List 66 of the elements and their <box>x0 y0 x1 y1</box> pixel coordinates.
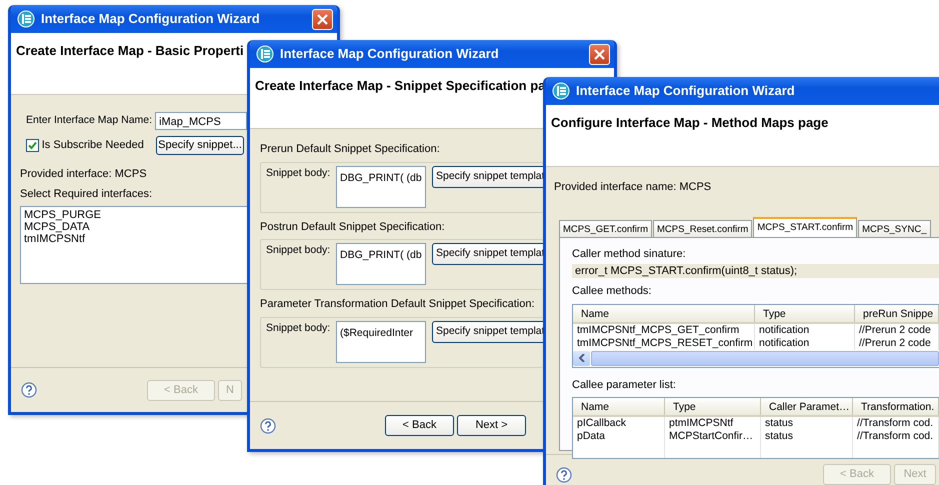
field-label: Enter Interface Map Name: <box>26 113 152 128</box>
window-title: Interface Map Configuration Wizard <box>280 45 499 64</box>
app-icon <box>552 82 570 100</box>
table-cell: status <box>761 417 853 430</box>
window-title: Interface Map Configuration Wizard <box>576 82 795 100</box>
checkbox-label: Is Subscribe Needed <box>42 138 144 154</box>
table-cell: MCPStartConfir… <box>665 430 761 443</box>
specify-snippet-button[interactable]: Specify snippet... <box>156 136 244 155</box>
next-button[interactable]: Next > <box>457 415 526 436</box>
field-label: Callee parameter list: <box>572 378 677 392</box>
app-icon <box>17 10 35 28</box>
app-icon <box>256 45 274 63</box>
table-cell: //Transform cod. <box>853 417 939 430</box>
list-item[interactable]: MCPS_PURGE <box>24 209 102 221</box>
table-cell: status <box>761 430 853 443</box>
provided-interface-text: Provided interface name: MCPS <box>554 180 712 195</box>
table-cell: pICallback <box>573 417 665 430</box>
table-cell: ptmIMCPSNtf <box>665 417 761 430</box>
column-header[interactable]: Transformation. <box>853 398 939 415</box>
help-icon <box>556 466 572 482</box>
column-header[interactable]: preRun Snippe <box>855 304 939 322</box>
snippet-body-field[interactable]: DBG_PRINT( (db <box>336 166 426 208</box>
page-heading: Configure Interface Map - Method Maps page <box>551 114 828 132</box>
column-header[interactable]: Caller Paramet… <box>761 398 853 415</box>
checkbox[interactable] <box>26 139 39 152</box>
signature-field: error_t MCPS_START.confirm(uint8_t status); <box>572 264 939 278</box>
column-header[interactable]: Type <box>665 398 761 415</box>
table-cell: pData <box>573 430 665 443</box>
table-cell: //Transform cod. <box>853 430 939 443</box>
column-header[interactable]: Type <box>755 304 855 322</box>
scroll-left-button[interactable] <box>573 350 590 366</box>
help-icon <box>260 418 276 434</box>
table-cell: //Prerun 2 code <box>855 324 939 336</box>
list-item[interactable]: tmIMCPSNtf <box>24 233 86 245</box>
column-header[interactable]: Name <box>573 398 665 415</box>
group-label: Postrun Default Snippet Specification: <box>260 220 445 234</box>
page-heading: Create Interface Map - Basic Properti <box>16 42 244 60</box>
snippet-body-label: Snippet body: <box>266 320 330 336</box>
close-button[interactable] <box>589 44 610 64</box>
list-item[interactable]: MCPS_DATA <box>24 221 90 233</box>
snippet-body-field[interactable]: ($RequiredInter <box>336 320 426 362</box>
table-cell: tmIMCPSNtf_MCPS_GET_confirm <box>573 324 755 336</box>
snippet-body-field[interactable]: DBG_PRINT( (db <box>336 243 426 285</box>
tab[interactable]: MCPS_Reset.confirm <box>653 220 752 236</box>
column-header[interactable]: Name <box>573 304 755 322</box>
field-label: Caller method sinature: <box>572 246 687 262</box>
list-label: Select Required interfaces: <box>20 186 152 202</box>
back-button[interactable]: < Back <box>385 415 454 436</box>
close-button[interactable] <box>312 8 333 30</box>
snippet-body-label: Snippet body: <box>266 166 330 180</box>
scrollbar-thumb[interactable] <box>591 350 939 366</box>
tab[interactable]: MCPS_SYNC_ <box>858 220 930 236</box>
tab[interactable]: MCPS_START.confirm <box>753 216 858 236</box>
close-icon <box>317 14 328 24</box>
name-field[interactable]: iMap_MCPS <box>155 112 247 130</box>
provided-interface-text: Provided interface: MCPS <box>20 167 147 182</box>
table-cell: notification <box>755 324 855 336</box>
arrow-left-icon <box>578 354 584 362</box>
snippet-body-label: Snippet body: <box>266 243 330 258</box>
group-label: Prerun Default Snippet Specification: <box>260 142 440 157</box>
field-label: Callee methods: <box>572 284 652 299</box>
help-icon <box>21 382 37 398</box>
group-label: Parameter Transformation Default Snippet Specification: <box>260 297 535 312</box>
close-icon <box>594 48 605 60</box>
window-title: Interface Map Configuration Wizard <box>41 10 260 28</box>
tab[interactable]: MCPS_GET.confirm <box>559 220 652 236</box>
